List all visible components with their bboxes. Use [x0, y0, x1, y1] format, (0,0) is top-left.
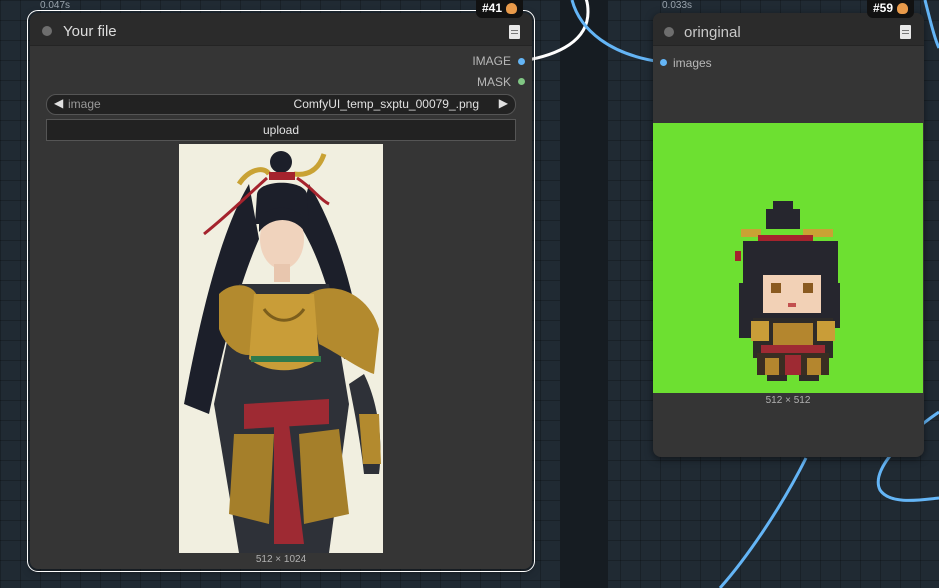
image-combo-widget[interactable]: ◀ image ComfyUI_temp_sxptu_00079_.png ▶	[46, 94, 516, 115]
input-label-images: images	[673, 56, 712, 70]
wire-bottom-mid	[718, 457, 808, 588]
preview-dimensions: 512 × 512	[765, 395, 811, 406]
node-id-text: #41	[482, 1, 503, 15]
canvas-dark-column	[560, 0, 608, 588]
collapse-toggle[interactable]	[664, 27, 674, 37]
warrior-illustration	[179, 144, 383, 553]
preview-dimensions: 512 × 1024	[255, 554, 307, 565]
collapse-toggle[interactable]	[42, 26, 52, 36]
upload-button[interactable]: upload	[46, 119, 516, 141]
output-label-mask: MASK	[476, 75, 511, 89]
node-header[interactable]: Your file	[30, 13, 532, 46]
document-icon[interactable]	[900, 25, 911, 39]
fox-icon	[506, 2, 518, 14]
node-id-text: #59	[873, 1, 894, 15]
node-id-badge: #41	[476, 0, 524, 18]
image-preview	[179, 144, 383, 553]
pixel-art-illustration	[735, 201, 840, 381]
input-slot-images[interactable]	[660, 59, 667, 66]
output-slot-image[interactable]	[518, 58, 525, 65]
output-label-image: IMAGE	[472, 54, 511, 68]
output-slot-mask[interactable]	[518, 78, 525, 85]
combo-label: image	[68, 97, 101, 111]
node-title: Your file	[63, 23, 117, 40]
node-id-badge: #59	[867, 0, 915, 18]
triangle-right-icon[interactable]: ▶	[499, 96, 508, 110]
triangle-left-icon[interactable]: ◀	[54, 96, 63, 110]
node-timing: 0.047s	[40, 0, 71, 11]
document-icon[interactable]	[509, 25, 520, 39]
fox-icon	[897, 2, 909, 14]
node-timing: 0.033s	[662, 0, 693, 11]
node-title: oringinal	[684, 24, 741, 41]
wire-right-top	[923, 0, 939, 49]
image-preview	[653, 123, 923, 393]
combo-value: ComfyUI_temp_sxptu_00079_.png	[293, 97, 479, 111]
